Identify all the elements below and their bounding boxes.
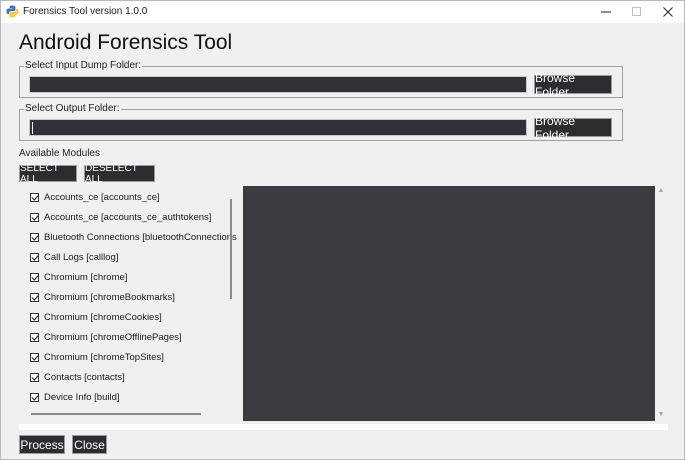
- output-log-scrollbar[interactable]: ▲ ▼: [656, 186, 666, 421]
- browse-output-button[interactable]: Browse Folder: [534, 114, 612, 142]
- module-list[interactable]: Accounts_ce [accounts_ce] Accounts_ce [a…: [19, 186, 237, 422]
- maximize-button[interactable]: [621, 1, 653, 23]
- module-checkbox[interactable]: [30, 192, 39, 202]
- module-checkbox[interactable]: [30, 352, 39, 362]
- app-window: Forensics Tool version 1.0.0 Android For…: [0, 0, 685, 460]
- module-item-chrome-offline-pages[interactable]: Chromium [chromeOfflinePages]: [30, 330, 182, 344]
- module-item-bluetooth-connections[interactable]: Bluetooth Connections [bluetoothConnecti…: [30, 230, 237, 244]
- module-item-call-logs[interactable]: Call Logs [calllog]: [30, 250, 118, 264]
- module-checkbox[interactable]: [30, 272, 39, 282]
- module-label: Device Info [build]: [44, 391, 120, 403]
- module-label: Chromium [chromeTopSites]: [44, 351, 164, 363]
- module-label: Chromium [chromeOfflinePages]: [44, 331, 182, 343]
- module-label: Chromium [chromeCookies]: [44, 311, 162, 323]
- close-button[interactable]: Close: [72, 435, 107, 454]
- module-item-chrome-top-sites[interactable]: Chromium [chromeTopSites]: [30, 350, 164, 364]
- output-folder-label: Select Output Folder:: [24, 103, 121, 114]
- module-label: Call Logs [calllog]: [44, 251, 119, 263]
- maximize-icon: [632, 7, 641, 16]
- module-checkbox[interactable]: [30, 392, 39, 402]
- output-log[interactable]: [243, 186, 655, 421]
- module-label: Chromium [chromeBookmarks]: [44, 291, 175, 303]
- module-item-chrome-cookies[interactable]: Chromium [chromeCookies]: [30, 310, 162, 324]
- module-item-chromium[interactable]: Chromium [chrome]: [30, 270, 127, 284]
- module-item-accounts-ce-authtokens[interactable]: Accounts_ce [accounts_ce_authtokens]: [30, 210, 211, 224]
- output-folder-field[interactable]: [29, 119, 527, 138]
- module-label: Contacts [contacts]: [44, 371, 125, 383]
- input-folder-field[interactable]: [29, 76, 527, 95]
- title-bar[interactable]: Forensics Tool version 1.0.0: [1, 1, 684, 23]
- browse-input-button[interactable]: Browse Folder: [534, 71, 612, 99]
- available-modules-label: Available Modules: [19, 148, 100, 159]
- module-checkbox[interactable]: [30, 372, 39, 382]
- window-title: Forensics Tool version 1.0.0: [23, 6, 148, 17]
- module-checkbox[interactable]: [30, 232, 39, 242]
- progress-bar: [19, 424, 668, 430]
- module-checkbox[interactable]: [30, 312, 39, 322]
- minimize-icon: [601, 11, 611, 13]
- module-item-device-info[interactable]: Device Info [build]: [30, 390, 120, 404]
- select-all-button[interactable]: SELECT ALL: [19, 163, 77, 185]
- process-button[interactable]: Process: [19, 435, 65, 454]
- module-list-horizontal-scrollbar[interactable]: [31, 413, 201, 415]
- module-checkbox[interactable]: [30, 212, 39, 222]
- scroll-up-icon[interactable]: ▲: [656, 186, 666, 196]
- text-cursor: [32, 122, 33, 134]
- module-item-contacts[interactable]: Contacts [contacts]: [30, 370, 125, 384]
- module-item-chrome-bookmarks[interactable]: Chromium [chromeBookmarks]: [30, 290, 175, 304]
- close-icon: [663, 7, 673, 17]
- input-folder-label: Select Input Dump Folder:: [24, 60, 143, 71]
- input-folder-input[interactable]: [30, 79, 526, 95]
- close-window-button[interactable]: [652, 1, 684, 23]
- minimize-button[interactable]: [590, 1, 622, 23]
- module-label: Chromium [chrome]: [44, 271, 128, 283]
- module-label: Accounts_ce [accounts_ce_authtokens]: [44, 211, 212, 223]
- module-checkbox[interactable]: [30, 292, 39, 302]
- deselect-all-button[interactable]: DESELECT ALL: [84, 163, 155, 185]
- module-item-accounts-ce[interactable]: Accounts_ce [accounts_ce]: [30, 190, 160, 204]
- module-list-vertical-scrollbar[interactable]: [230, 199, 232, 299]
- scroll-down-icon[interactable]: ▼: [656, 410, 666, 420]
- output-folder-input[interactable]: [30, 122, 526, 138]
- module-label: Bluetooth Connections [bluetoothConnecti…: [44, 231, 237, 243]
- app-title: Android Forensics Tool: [19, 31, 233, 54]
- module-checkbox[interactable]: [30, 332, 39, 342]
- module-checkbox[interactable]: [30, 252, 39, 262]
- module-label: Accounts_ce [accounts_ce]: [44, 191, 160, 203]
- python-icon: [6, 5, 19, 18]
